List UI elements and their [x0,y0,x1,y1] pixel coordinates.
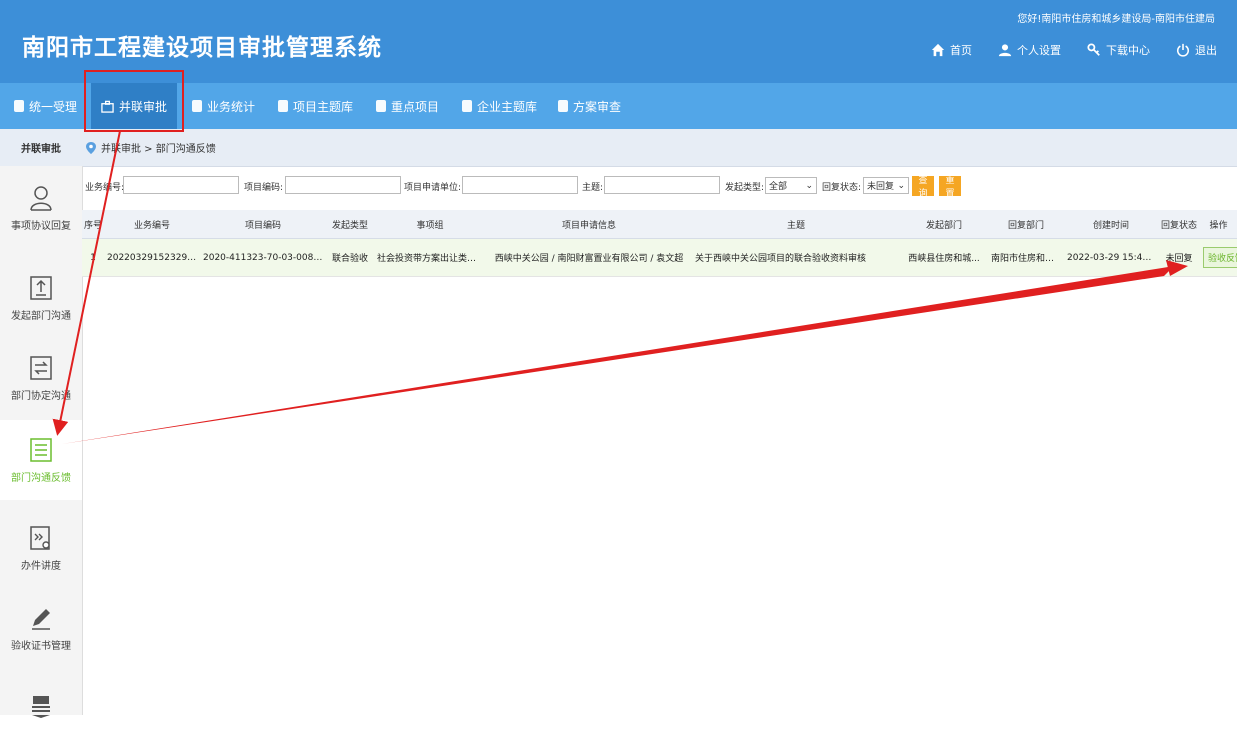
sidebar: 事项协议回复 发起部门沟通 部门协定沟通 部门沟通反馈 办件讲度 验收证书管理 [0,166,83,718]
nav-tab-project-library[interactable]: 项目主题库 [278,83,353,129]
col-header: 序号 [82,210,104,239]
tab-icon [376,100,386,112]
top-links: 首页 个人设置 下载中心 退出 [931,42,1217,58]
col-header: 事项组 [374,210,486,239]
business-no-label: 业务编号: [85,183,125,193]
logout-link[interactable]: 退出 [1176,42,1217,58]
download-center-link[interactable]: 下载中心 [1087,42,1150,58]
cell-applicant: 西峡中关公园 / 南阳财富置业有限公司 / 袁文超 [486,238,692,277]
location-pin-icon [86,141,96,154]
col-header: 操作 [1200,210,1237,239]
power-icon [1176,43,1190,57]
project-unit-label: 项目申请单位: [404,183,462,193]
cell-reply-dept: 南阳市住房和城... [988,238,1064,277]
sidebar-item-certificate[interactable]: 验收证书管理 [0,588,82,668]
business-no-input[interactable] [123,176,239,194]
sidebar-item-more[interactable] [0,666,82,746]
table-row[interactable]: 1 2022032915232911... 2020-411323-70-03-… [82,238,1237,277]
subject-input[interactable] [604,176,720,194]
col-header: 主题 [692,210,900,239]
origin-type-label: 发起类型: [725,183,765,193]
app-header: 南阳市工程建设项目审批管理系统 您好!南阳市住房和城乡建设局-南阳市住建局 首页… [0,0,1237,83]
cell-created: 2022-03-29 15:41... [1064,238,1158,277]
home-link[interactable]: 首页 [931,42,972,58]
person-icon [30,185,52,211]
chevron-down-icon: ⌄ [897,180,905,191]
cell-index: 1 [82,238,104,277]
query-button[interactable]: 查询 [912,175,934,198]
sidebar-item-feedback[interactable]: 部门沟通反馈 [0,420,82,500]
breadcrumb-bar: 并联审批 并联审批 > 部门沟通反馈 [0,129,1237,167]
arrow-sidebar-to-action [62,266,1174,444]
stack-icon [32,696,50,718]
project-unit-input[interactable] [462,176,578,194]
tab-icon [192,100,202,112]
progress-doc-icon [30,525,50,550]
subject-label: 主题: [582,183,604,193]
breadcrumb: 并联审批 > 部门沟通反馈 [86,140,216,155]
cell-subject: 关于西峡中关公园项目的联合验收资料审核 [692,238,900,277]
sidebar-item-agreement[interactable]: 部门协定沟通 [0,338,82,418]
exchange-doc-icon [30,355,52,380]
chevron-down-icon: ⌄ [805,180,813,191]
tab-icon [462,100,472,112]
section-label: 并联审批 [21,144,61,155]
list-doc-icon [30,437,52,462]
col-header: 发起部门 [900,210,988,239]
nav-tab-unified-acceptance[interactable]: 统一受理 [14,83,77,129]
reply-status-label: 回复状态: [822,183,862,193]
cell-item-group: 社会投资带方案出让类项... [374,238,486,277]
acceptance-feedback-button[interactable]: 验收反馈 [1203,247,1237,268]
key-icon [1087,43,1100,56]
col-header: 回复状态 [1158,210,1200,239]
upload-doc-icon [30,275,52,300]
reset-button[interactable]: 重置 [939,175,961,198]
col-header: 发起类型 [326,210,374,239]
col-header: 项目申请信息 [486,210,692,239]
project-code-label: 项目编码: [244,183,284,193]
sidebar-item-reply[interactable]: 事项协议回复 [0,168,82,248]
tab-icon [278,100,288,112]
col-header: 回复部门 [988,210,1064,239]
nav-tab-enterprise-library[interactable]: 企业主题库 [462,83,537,129]
welcome-text: 您好!南阳市住房和城乡建设局-南阳市住建局 [1017,14,1215,25]
cell-from-dept: 西峡县住房和城... [900,238,988,277]
personal-settings-link[interactable]: 个人设置 [998,42,1061,58]
sidebar-item-initiate[interactable]: 发起部门沟通 [0,258,82,338]
cell-origin-type: 联合验收 [326,238,374,277]
breadcrumb-path: 并联审批 > 部门沟通反馈 [101,144,216,155]
system-title: 南阳市工程建设项目审批管理系统 [22,35,382,61]
nav-tab-plan-review[interactable]: 方案审查 [558,83,621,129]
pencil-icon [32,608,50,630]
nav-tab-key-projects[interactable]: 重点项目 [376,83,439,129]
nav-tab-business-stats[interactable]: 业务统计 [192,83,255,129]
col-header: 业务编号 [104,210,200,239]
tab-icon [558,100,568,112]
main-nav: 统一受理 并联审批 业务统计 项目主题库 重点项目 企业主题库 方案审查 [0,83,1237,129]
home-icon [931,43,945,57]
project-code-input[interactable] [285,176,401,194]
cell-project-code: 2020-411323-70-03-008287 [200,238,326,277]
col-header: 项目编码 [200,210,326,239]
feedback-table: 序号 业务编号 项目编码 发起类型 事项组 项目申请信息 主题 发起部门 回复部… [82,210,1237,277]
cell-business-no: 2022032915232911... [104,238,200,277]
cell-status: 未回复 [1158,238,1200,277]
origin-type-select[interactable]: 全部 ⌄ [765,177,817,194]
tab-icon [14,100,24,112]
user-icon [998,44,1012,57]
sidebar-item-progress[interactable]: 办件讲度 [0,508,82,588]
reply-status-select[interactable]: 未回复 ⌄ [863,177,909,194]
cell-action: 验收反馈 [1200,238,1237,277]
filter-bar: 业务编号: 项目编码: 项目申请单位: 主题: 发起类型: 全部 ⌄ 回复状态:… [82,174,1237,200]
annotation-highlight-box [84,70,184,132]
col-header: 创建时间 [1064,210,1158,239]
table-header-row: 序号 业务编号 项目编码 发起类型 事项组 项目申请信息 主题 发起部门 回复部… [82,210,1237,239]
